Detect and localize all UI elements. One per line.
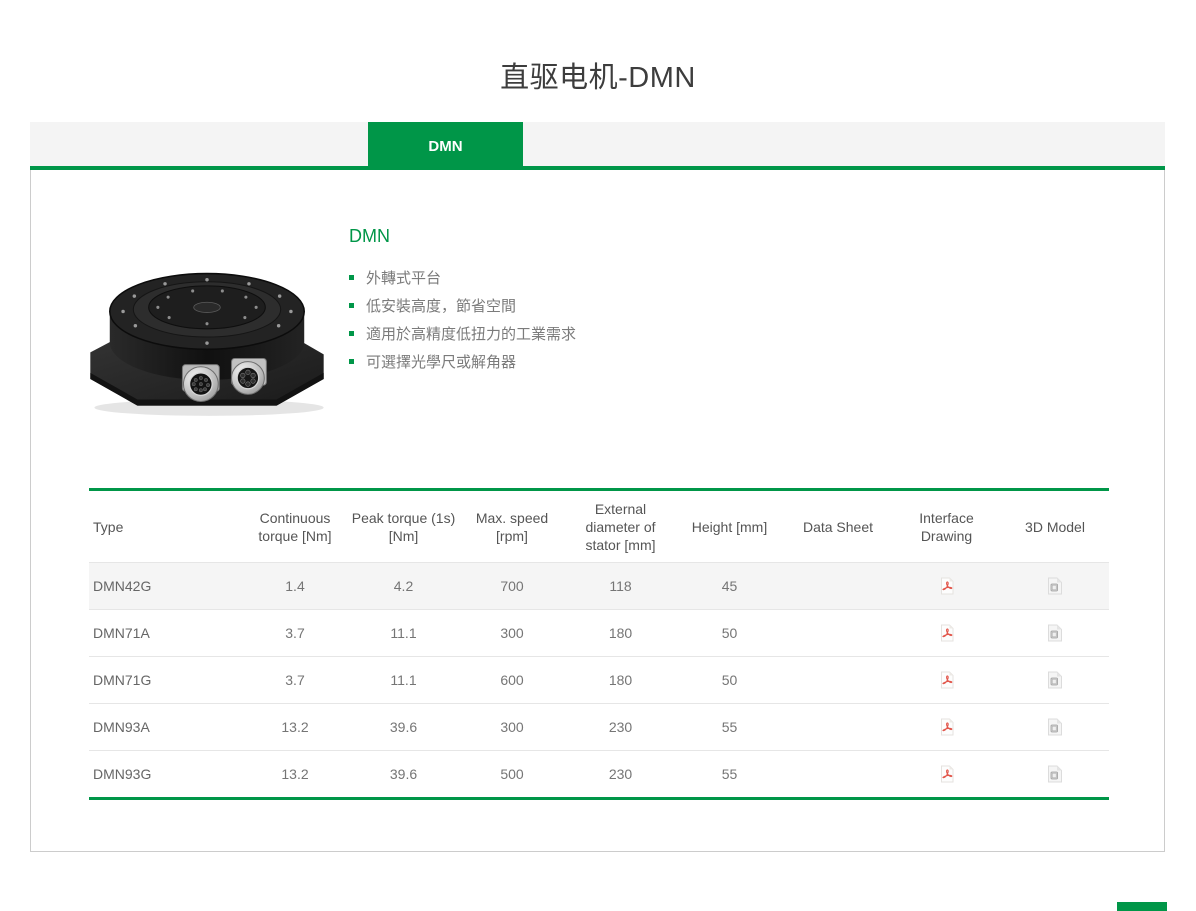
content-panel: DMN 外轉式平台 低安裝高度，節省空間 適用於高精度低扭力的工業需求 可選擇光… — [30, 170, 1165, 852]
pdf-icon[interactable] — [938, 765, 956, 783]
cell-height: 50 — [675, 672, 784, 688]
cell-peak-torque: 11.1 — [349, 625, 458, 641]
cell-stator-diameter: 230 — [566, 719, 675, 735]
feature-list: 外轉式平台 低安裝高度，節省空間 適用於高精度低扭力的工業需求 可選擇光學尺或解… — [349, 263, 576, 375]
feature-text: 可選擇光學尺或解角器 — [366, 351, 516, 372]
3d-file-icon[interactable] — [1047, 718, 1063, 736]
cell-continuous-torque: 3.7 — [241, 672, 349, 688]
feature-item: 低安裝高度，節省空間 — [349, 291, 576, 319]
feature-text: 外轉式平台 — [366, 267, 441, 288]
tab-bar: DMN — [30, 122, 1165, 170]
cell-max-speed: 700 — [458, 578, 566, 594]
table-row: DMN71A 3.7 11.1 300 180 50 — [89, 610, 1109, 657]
3d-file-icon[interactable] — [1047, 624, 1063, 642]
cell-continuous-torque: 1.4 — [241, 578, 349, 594]
cell-stator-diameter: 180 — [566, 625, 675, 641]
cell-peak-torque: 39.6 — [349, 766, 458, 782]
col-header-3d-model: 3D Model — [1001, 512, 1109, 542]
page: 直驱电机-DMN DMN — [0, 0, 1196, 911]
feature-item: 外轉式平台 — [349, 263, 576, 291]
cell-max-speed: 300 — [458, 625, 566, 641]
cell-stator-diameter: 230 — [566, 766, 675, 782]
cell-height: 50 — [675, 625, 784, 641]
feature-text: 低安裝高度，節省空間 — [366, 295, 516, 316]
col-header-max-speed: Max. speed [rpm] — [458, 503, 566, 551]
col-header-peak-torque: Peak torque (1s) [Nm] — [349, 503, 458, 551]
pdf-icon[interactable] — [938, 718, 956, 736]
cell-type: DMN93A — [89, 719, 241, 735]
feature-text: 適用於高精度低扭力的工業需求 — [366, 323, 576, 344]
scroll-to-top-button[interactable] — [1117, 902, 1167, 911]
tab-dmn[interactable]: DMN — [368, 122, 523, 170]
cell-continuous-torque: 13.2 — [241, 719, 349, 735]
tab-dmn-label: DMN — [428, 138, 462, 155]
3d-file-icon[interactable] — [1047, 765, 1063, 783]
cell-type: DMN71A — [89, 625, 241, 641]
cell-type: DMN93G — [89, 766, 241, 782]
cell-stator-diameter: 180 — [566, 672, 675, 688]
cell-type: DMN42G — [89, 578, 241, 594]
3d-file-icon[interactable] — [1047, 577, 1063, 595]
cell-continuous-torque: 3.7 — [241, 625, 349, 641]
feature-item: 可選擇光學尺或解角器 — [349, 347, 576, 375]
cell-type: DMN71G — [89, 672, 241, 688]
col-header-data-sheet: Data Sheet — [784, 512, 892, 542]
col-header-height: Height [mm] — [675, 512, 784, 542]
col-header-stator-diameter: External diameter of stator [mm] — [566, 494, 675, 560]
table-row: DMN93A 13.2 39.6 300 230 55 — [89, 704, 1109, 751]
cell-stator-diameter: 118 — [566, 578, 675, 594]
page-title: 直驱电机-DMN — [0, 54, 1196, 96]
product-heading: DMN — [349, 226, 576, 247]
cell-continuous-torque: 13.2 — [241, 766, 349, 782]
cell-max-speed: 300 — [458, 719, 566, 735]
table-row: DMN93G 13.2 39.6 500 230 55 — [89, 751, 1109, 797]
col-header-interface-drawing: Interface Drawing — [892, 503, 1001, 551]
cell-height: 45 — [675, 578, 784, 594]
cell-peak-torque: 11.1 — [349, 672, 458, 688]
product-image — [76, 252, 338, 420]
table-row: DMN71G 3.7 11.1 600 180 50 — [89, 657, 1109, 704]
3d-file-icon[interactable] — [1047, 671, 1063, 689]
bullet-square-icon — [349, 303, 354, 308]
bullet-square-icon — [349, 359, 354, 364]
cell-max-speed: 500 — [458, 766, 566, 782]
cell-height: 55 — [675, 719, 784, 735]
bullet-square-icon — [349, 275, 354, 280]
pdf-icon[interactable] — [938, 671, 956, 689]
table-header-row: Type Continuous torque [Nm] Peak torque … — [89, 491, 1109, 563]
col-header-type: Type — [89, 512, 241, 542]
pdf-icon[interactable] — [938, 577, 956, 595]
bullet-square-icon — [349, 331, 354, 336]
cell-max-speed: 600 — [458, 672, 566, 688]
col-header-continuous-torque: Continuous torque [Nm] — [241, 503, 349, 551]
product-info: DMN 外轉式平台 低安裝高度，節省空間 適用於高精度低扭力的工業需求 可選擇光… — [349, 226, 576, 375]
table-row: DMN42G 1.4 4.2 700 118 45 — [89, 563, 1109, 610]
cell-height: 55 — [675, 766, 784, 782]
cell-peak-torque: 39.6 — [349, 719, 458, 735]
cell-peak-torque: 4.2 — [349, 578, 458, 594]
spec-table: Type Continuous torque [Nm] Peak torque … — [89, 488, 1109, 800]
pdf-icon[interactable] — [938, 624, 956, 642]
feature-item: 適用於高精度低扭力的工業需求 — [349, 319, 576, 347]
